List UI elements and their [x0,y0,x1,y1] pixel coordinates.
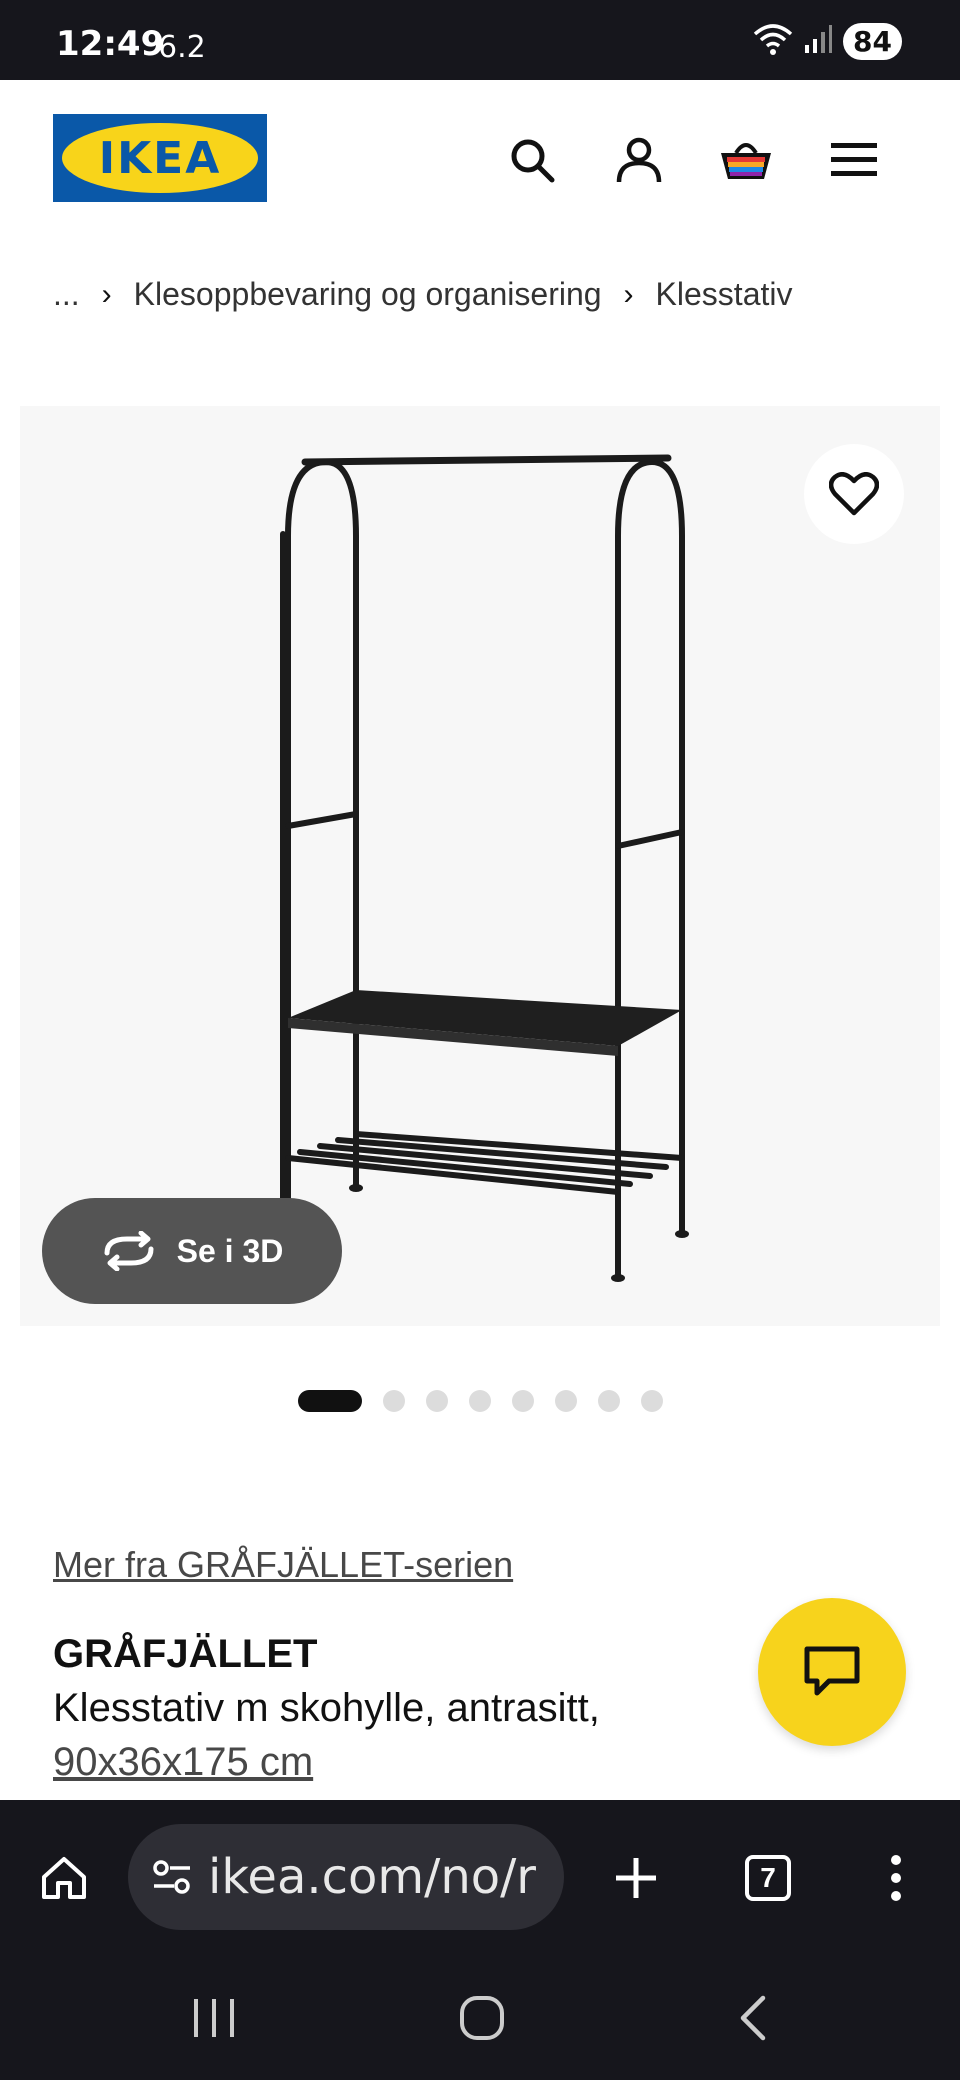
pagination-dot-active[interactable] [298,1390,362,1412]
pagination-dot[interactable] [555,1390,577,1412]
clothes-rack-illustration [280,454,689,1282]
site-header: IKEA [0,80,960,240]
system-nav-bar [0,1956,960,2080]
menu-icon[interactable] [822,128,886,192]
breadcrumb-item-clothes-rack[interactable]: Klesstativ [656,276,793,313]
breadcrumb-ellipsis[interactable]: ... [53,276,80,313]
rotate-3d-icon [104,1231,154,1271]
pagination-dot[interactable] [426,1390,448,1412]
breadcrumb-item-clothes-storage[interactable]: Klesoppbevaring og organisering [134,276,602,313]
favorite-button[interactable] [804,444,904,544]
more-options-icon[interactable] [856,1838,936,1918]
signal-icon [803,23,833,60]
home-nav-icon[interactable] [442,1986,522,2050]
chevron-right-icon: › [623,277,634,311]
pagination-dot[interactable] [383,1390,405,1412]
url-bar[interactable]: ikea.com/no/r [128,1824,564,1930]
tabs-button[interactable]: 7 [728,1838,808,1918]
breadcrumb: ... › Klesoppbevaring og organisering › … [53,276,792,313]
pagination-dot[interactable] [641,1390,663,1412]
url-text: ikea.com/no/r [208,1849,537,1905]
pagination-dot[interactable] [598,1390,620,1412]
battery-icon: 84 [843,23,902,60]
view-in-3d-label: Se i 3D [176,1232,284,1269]
status-icons: 84 [753,22,902,61]
wifi-icon [753,22,793,61]
status-bar: 12:49 6.2 84 [0,0,960,80]
status-network-speed: 6.2 [158,30,206,65]
site-settings-icon[interactable] [152,1859,192,1895]
pagination-dot[interactable] [469,1390,491,1412]
recent-apps-icon[interactable] [174,1986,254,2050]
chat-icon [804,1646,860,1696]
product-image[interactable] [20,406,940,1326]
product-size-link[interactable]: 90x36x175 cm [53,1740,313,1785]
back-icon[interactable] [712,1986,792,2050]
cart-icon[interactable] [714,128,778,192]
search-icon[interactable] [500,128,564,192]
new-tab-icon[interactable] [596,1838,676,1918]
logo-text: IKEA [98,132,222,184]
pagination-dot[interactable] [512,1390,534,1412]
series-link[interactable]: Mer fra GRÅFJÄLLET-serien [53,1544,513,1586]
logo-oval: IKEA [62,123,258,193]
image-pagination [298,1390,663,1412]
account-icon[interactable] [607,128,671,192]
heart-icon [829,472,879,516]
chevron-right-icon: › [101,277,112,311]
product-description: Klesstativ m skohylle, antrasitt, [53,1686,600,1730]
home-icon[interactable] [24,1838,104,1918]
status-time: 12:49 [56,24,165,64]
tab-count: 7 [745,1855,791,1901]
view-in-3d-button[interactable]: Se i 3D [42,1198,342,1304]
ikea-logo[interactable]: IKEA [53,114,267,202]
product-name: GRÅFJÄLLET [53,1632,318,1676]
browser-toolbar: ikea.com/no/r 7 [0,1800,960,1956]
chat-button[interactable] [758,1598,906,1746]
